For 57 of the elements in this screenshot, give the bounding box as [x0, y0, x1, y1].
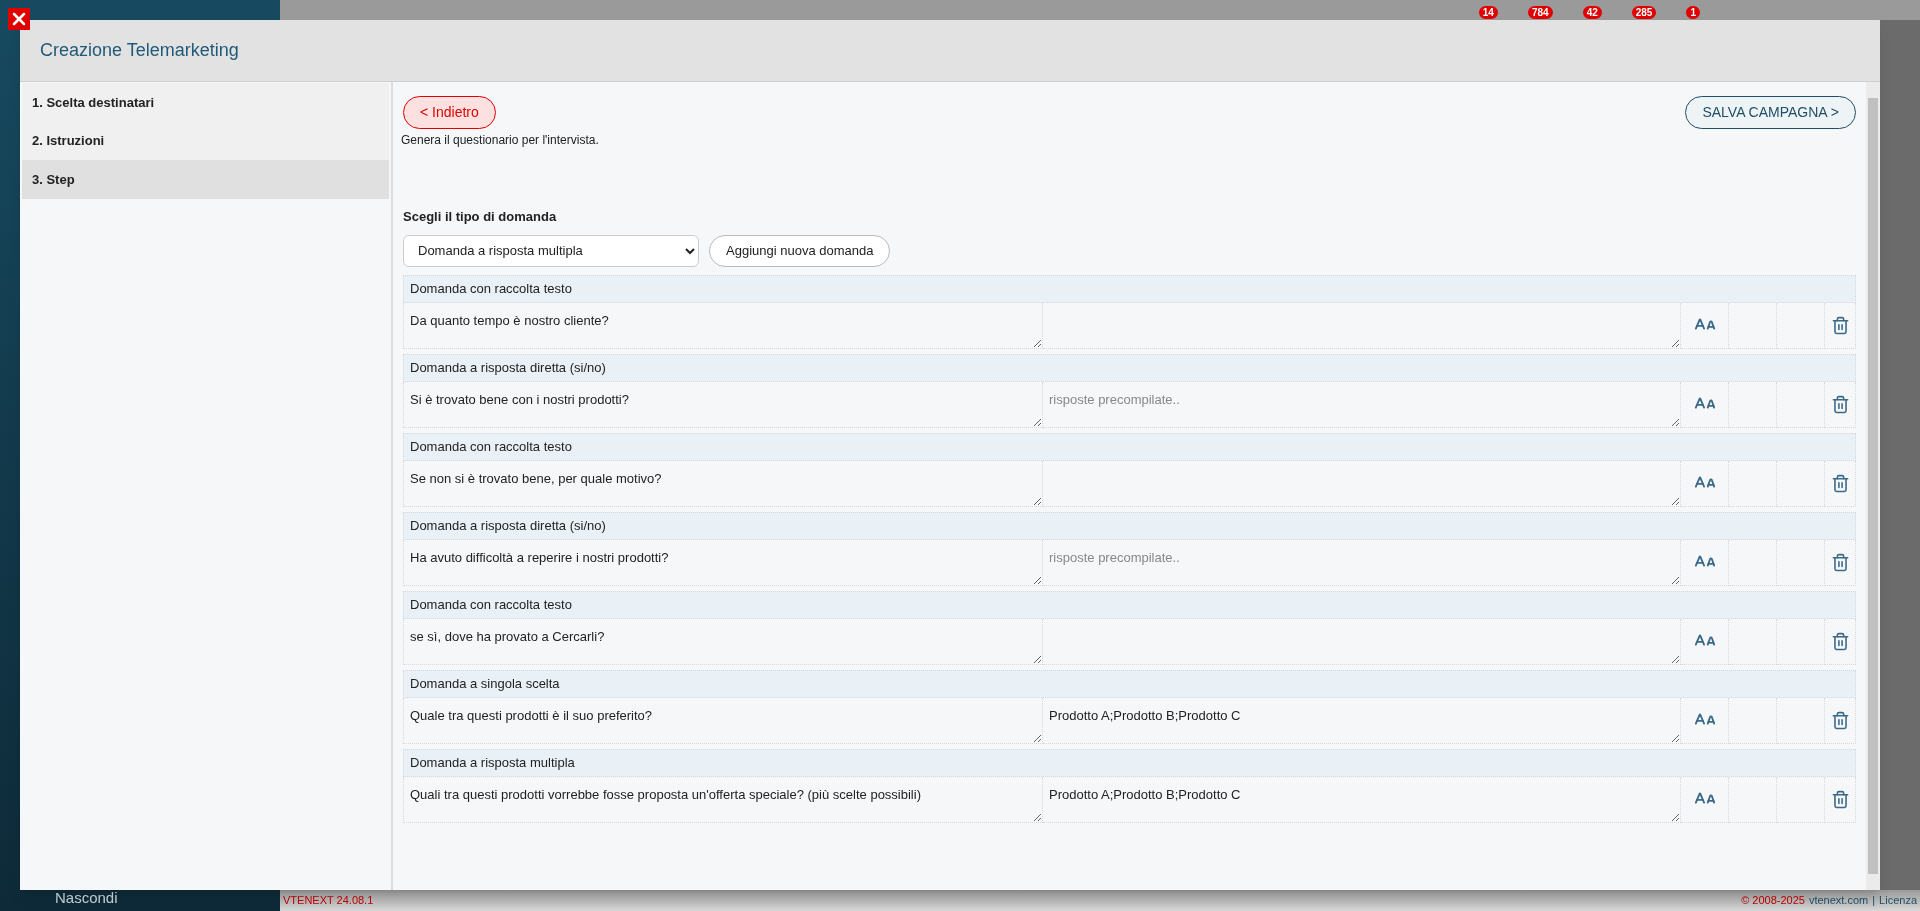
site-link[interactable]: vtenext.com	[1808, 892, 1869, 909]
question-field[interactable]: Da quanto tempo è nostro cliente?	[403, 302, 1043, 349]
trash-icon	[1830, 473, 1850, 493]
question-field[interactable]: Quali tra questi prodotti vorrebbe fosse proposta un'offerta speciale? (più scelte possibili)	[403, 776, 1043, 823]
notification-badge: 1	[1686, 6, 1700, 19]
question-field[interactable]: Quale tra questi prodotti è il suo preferito?	[403, 697, 1043, 744]
answers-field[interactable]: Prodotto A;Prodotto B;Prodotto C	[1043, 697, 1681, 744]
answers-field[interactable]	[1043, 302, 1681, 349]
license-link[interactable]: Licenza	[1879, 892, 1917, 909]
question-type-header: Domanda con raccolta testo	[403, 432, 1856, 461]
answers-field[interactable]: Prodotto A;Prodotto B;Prodotto C	[1043, 776, 1681, 823]
question-type-header: Domanda a risposta diretta (si/no)	[403, 353, 1856, 382]
delete-button[interactable]	[1830, 789, 1850, 809]
question-type-header: Domanda a risposta diretta (si/no)	[403, 511, 1856, 540]
answers-field[interactable]: risposte precompilate..	[1043, 381, 1681, 428]
separator-text: |	[1872, 893, 1876, 909]
trash-icon	[1830, 631, 1850, 651]
notification-badge: 14	[1478, 6, 1498, 19]
description-text: Genera il questionario per l'intervista.	[401, 132, 600, 149]
question-type-header: Domanda con raccolta testo	[403, 274, 1856, 303]
notification-badge: 285	[1631, 6, 1657, 19]
add-question-button[interactable]: Aggiungi nuova domanda	[709, 234, 891, 267]
delete-button[interactable]	[1830, 394, 1850, 414]
answers-field[interactable]	[1043, 460, 1681, 507]
question-type-header: Domanda a singola scelta	[403, 669, 1856, 698]
question-field[interactable]: se sì, dove ha provato a Cercarli?	[403, 618, 1043, 665]
trash-icon	[1830, 552, 1850, 572]
copyright-text: © 2008-2025	[1741, 893, 1805, 909]
delete-button[interactable]	[1830, 552, 1850, 572]
delete-button[interactable]	[1830, 473, 1850, 493]
answers-field[interactable]: risposte precompilate..	[1043, 539, 1681, 586]
question-field[interactable]: Ha avuto difficoltà a reperire i nostri prodotti?	[403, 539, 1043, 586]
question-field[interactable]: Se non si è trovato bene, per quale motivo?	[403, 460, 1043, 507]
step-tab[interactable]: 3. Step	[22, 160, 389, 199]
hide-link[interactable]: Nascondi	[55, 886, 280, 909]
notification-badge: 784	[1527, 6, 1553, 19]
delete-button[interactable]	[1830, 631, 1850, 651]
step-tab[interactable]: 2. Istruzioni	[22, 121, 389, 160]
step-tab[interactable]: 1. Scelta destinatari	[22, 83, 389, 122]
answers-field[interactable]	[1043, 618, 1681, 665]
trash-icon	[1830, 789, 1850, 809]
question-type-label: Scegli il tipo di domanda	[403, 208, 558, 226]
close-button[interactable]	[8, 8, 30, 30]
trash-icon	[1830, 315, 1850, 335]
question-type-header: Domanda con raccolta testo	[403, 590, 1856, 619]
trash-icon	[1830, 710, 1850, 730]
question-type-select[interactable]: Domanda a risposta multipla	[403, 234, 699, 267]
back-button[interactable]: < Indietro	[403, 96, 496, 129]
delete-button[interactable]	[1830, 710, 1850, 730]
question-field[interactable]: Si è trovato bene con i nostri prodotti?	[403, 381, 1043, 428]
save-button[interactable]: SALVA CAMPAGNA >	[1685, 96, 1856, 129]
delete-button[interactable]	[1830, 315, 1850, 335]
question-type-header: Domanda a risposta multipla	[403, 748, 1856, 777]
dialog-title: Creazione Telemarketing	[40, 39, 239, 62]
trash-icon	[1830, 394, 1850, 414]
notification-badge: 42	[1582, 6, 1602, 19]
version-label: VTENEXT 24.08.1	[283, 893, 374, 909]
